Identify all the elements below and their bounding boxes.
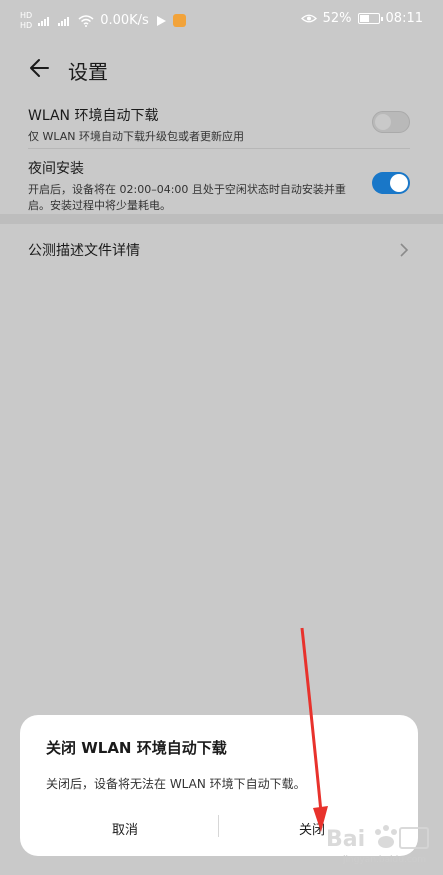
chevron-right-icon [400,243,409,257]
app-notification-icon [172,14,186,27]
beta-profile-details-label: 公测描述文件详情 [28,243,140,259]
baidu-watermark-logo-icon: Bai [326,825,429,852]
wlan-auto-download-toggle[interactable] [372,111,410,133]
setting-night-install[interactable]: 夜间安装 开启后，设备将在 02:00–04:00 且处于空闲状态时自动安装并重… [28,158,410,214]
watermark-url: jingyan.baidu.com [343,855,427,865]
setting-wlan-auto-download[interactable]: WLAN 环境自动下载 仅 WLAN 环境自动下载升级包或者更新应用 [28,105,410,145]
setting-description: 仅 WLAN 环境自动下载升级包或者更新应用 [28,130,245,143]
button-separator [218,815,219,837]
signal-icon-1 [38,16,52,26]
beta-profile-details-row[interactable]: 公测描述文件详情 [28,240,410,262]
status-bar: HD HD 0.00K/s 52% 08:11 [0,0,443,46]
signal-icon-2 [58,16,72,26]
battery-fill [359,15,369,22]
divider [28,148,410,149]
setting-title: 夜间安装 [28,161,84,177]
setting-title: WLAN 环境自动下载 [28,108,159,124]
hd-indicator: HD HD [20,11,32,30]
page-title: 设置 [68,60,108,84]
wifi-icon [78,14,94,27]
dialog-message: 关闭后，设备将无法在 WLAN 环境下自动下载。 [46,777,306,791]
setting-description: 开启后，设备将在 02:00–04:00 且处于空闲状态时自动安装并重启。安装过… [28,183,346,212]
status-right: 52% 08:11 [300,11,423,26]
eye-comfort-icon [300,14,317,23]
clock: 08:11 [385,11,423,26]
battery-icon [357,13,383,24]
night-install-toggle[interactable] [372,172,410,194]
toggle-knob [375,114,391,130]
status-left: HD HD 0.00K/s [20,11,186,30]
dialog-title: 关闭 WLAN 环境自动下载 [46,739,227,757]
cancel-button[interactable]: 取消 [35,819,215,838]
play-store-icon [156,15,166,26]
section-divider [0,214,443,224]
net-speed: 0.00K/s [100,13,149,28]
svg-text:Bai: Bai [326,827,365,852]
back-arrow-icon[interactable] [26,54,54,82]
battery-percent: 52% [322,11,352,26]
app-header: 设置 [0,46,443,106]
hd-label-1: HD [20,11,33,20]
toggle-knob [390,174,408,192]
hd-label-2: HD [20,21,33,30]
